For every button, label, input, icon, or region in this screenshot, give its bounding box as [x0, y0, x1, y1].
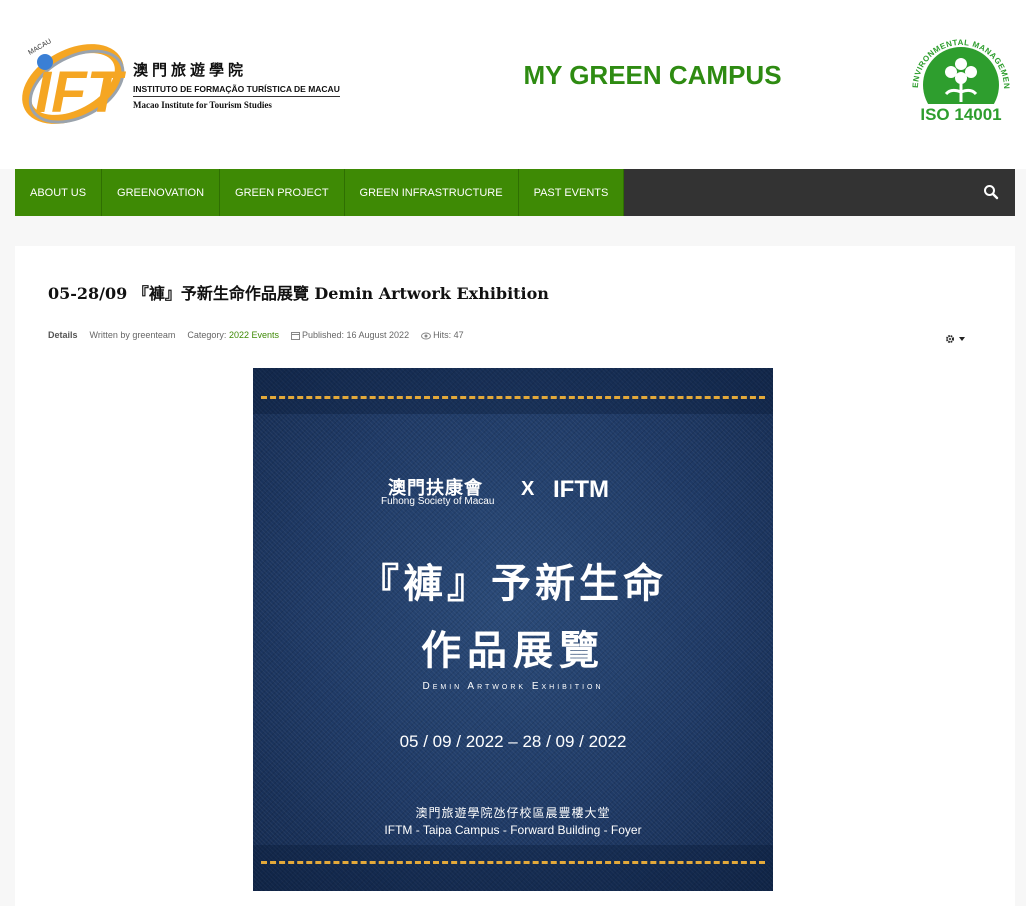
nav-item-green-project[interactable]: GREEN PROJECT	[220, 169, 345, 216]
poster-dates: 05 / 09 / 2022 – 28 / 09 / 2022	[399, 732, 627, 751]
svg-text:MACAU: MACAU	[27, 38, 52, 57]
article-card: 05-28/09 『褲』予新生命作品展覽 Demin Artwork Exhib…	[15, 246, 1015, 906]
poster-collab-x: X	[521, 478, 535, 500]
nav-menu: ABOUT US GREENOVATION GREEN PROJECT GREE…	[15, 169, 625, 216]
poster-bottom-stitch	[261, 861, 765, 864]
article-title[interactable]: 05-28/09 『褲』予新生命作品展覽 Demin Artwork Exhib…	[48, 280, 549, 304]
poster-bottom-seam	[253, 845, 773, 891]
logo-name-pt: INSTITUTO DE FORMAÇÃO TURÍSTICA DE MACAU	[133, 84, 340, 97]
hits-count: Hits: 47	[433, 330, 464, 341]
gear-icon	[946, 335, 954, 343]
poster-title-line1: 『褲』予新生命	[359, 561, 667, 607]
hits-info: Hits: 47	[421, 330, 464, 340]
iftm-logo-mark: IFT MACAU	[22, 38, 127, 125]
poster-partner: IFTM	[553, 476, 609, 503]
search-icon[interactable]	[983, 184, 999, 200]
published-date: Published: 16 August 2022	[301, 330, 410, 340]
category-info: Category: 2022 Events	[187, 330, 279, 340]
nav-item-past-events[interactable]: PAST EVENTS	[518, 169, 625, 216]
article-meta: Details Written by greenteam Category: 2…	[48, 330, 464, 341]
nav-item-greenovation[interactable]: GREENOVATION	[102, 169, 221, 216]
nav-item-green-infrastructure[interactable]: GREEN INFRASTRUCTURE	[344, 169, 519, 216]
eye-icon	[421, 332, 432, 340]
poster-venue-zh: 澳門旅遊學院氹仔校區晨豐樓大堂	[415, 806, 611, 820]
event-poster-image: 澳門扶康會 Fuhong Society of Macau X IFTM 『褲』…	[253, 368, 773, 891]
article-tools-dropdown[interactable]	[945, 334, 965, 344]
poster-top-stitch	[261, 396, 765, 399]
iso-badge-graphic: ENVIRONMENTAL MANAGEMENT SYSTEM ISO 1400…	[902, 23, 1013, 137]
iso-14001-badge: ENVIRONMENTAL MANAGEMENT SYSTEM ISO 1400…	[902, 23, 1016, 140]
nav-item-about-us[interactable]: ABOUT US	[15, 169, 103, 216]
iftm-logo-text: 澳門旅遊學院 INSTITUTO DE FORMAÇÃO TURÍSTICA D…	[133, 59, 340, 110]
poster-title-line2: 作品展覽	[421, 628, 605, 674]
category-link[interactable]: 2022 Events	[229, 330, 279, 340]
caret-down-icon	[959, 337, 965, 341]
site-header: IFT MACAU 澳門旅遊學院 INSTITUTO DE FORMAÇÃO T…	[0, 0, 1026, 169]
author: Written by greenteam	[89, 330, 176, 341]
poster-org-en: Fuhong Society of Macau	[381, 496, 495, 507]
calendar-icon	[290, 332, 300, 341]
poster-venue-en: IFTM - Taipa Campus - Forward Building -…	[384, 823, 642, 837]
category-prefix: Category:	[187, 330, 227, 341]
logo-name-en: Macao Institute for Tourism Studies	[133, 100, 272, 110]
details-label: Details	[48, 330, 78, 341]
svg-text:ISO 14001: ISO 14001	[920, 105, 1001, 124]
logo-name-zh: 澳門旅遊學院	[133, 61, 248, 79]
site-title[interactable]: MY GREEN CAMPUS	[420, 60, 885, 91]
published-info: Published: 16 August 2022	[290, 330, 410, 341]
poster-subtitle: Demin Artwork Exhibition	[422, 681, 604, 692]
main-navigation: ABOUT US GREENOVATION GREEN PROJECT GREE…	[15, 169, 1015, 216]
svg-text:IFT: IFT	[35, 60, 127, 125]
poster-top-seam	[253, 368, 773, 414]
iftm-logo[interactable]: IFT MACAU 澳門旅遊學院 INSTITUTO DE FORMAÇÃO T…	[15, 34, 340, 134]
